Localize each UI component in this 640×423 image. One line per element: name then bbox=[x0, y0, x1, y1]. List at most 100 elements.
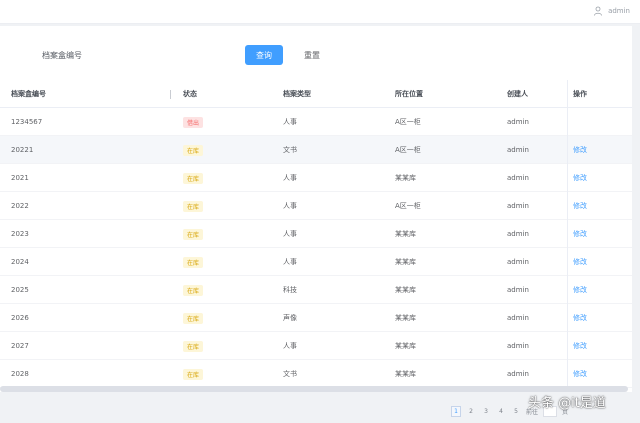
cell-code-text: 2024 bbox=[11, 258, 29, 266]
cell-status: 在库 bbox=[183, 192, 273, 220]
watermark: 头条 @it是道 bbox=[528, 396, 606, 411]
column-header-type: 档案类型 bbox=[283, 90, 311, 98]
cell-type: 人事 bbox=[283, 332, 383, 360]
cell-type-text: 人事 bbox=[283, 118, 297, 126]
cell-status: 在库 bbox=[183, 248, 273, 276]
cell-creator-text: admin bbox=[507, 286, 529, 294]
cell-type: 人事 bbox=[283, 248, 383, 276]
top-bar: admin bbox=[0, 0, 640, 24]
cell-status: 在库 bbox=[183, 220, 273, 248]
cell-type-text: 人事 bbox=[283, 258, 297, 266]
cell-location-text: 某某库 bbox=[395, 174, 416, 182]
cell-type: 人事 bbox=[283, 108, 383, 136]
cell-code: 2023 bbox=[11, 220, 161, 248]
cell-code-text: 1234567 bbox=[11, 118, 43, 126]
column-header-action: 操作 bbox=[573, 90, 587, 98]
cell-location-text: 某某库 bbox=[395, 286, 416, 294]
column-header-status: 状态 bbox=[183, 90, 197, 98]
cell-creator: admin bbox=[507, 304, 567, 332]
cell-action: 修改 bbox=[573, 136, 623, 164]
edit-link[interactable]: 修改 bbox=[573, 313, 587, 323]
cell-creator: admin bbox=[507, 332, 567, 360]
cell-creator-text: admin bbox=[507, 342, 529, 350]
edit-link[interactable]: 修改 bbox=[573, 369, 587, 379]
cell-creator: admin bbox=[507, 220, 567, 248]
fixed-column-divider bbox=[567, 80, 568, 388]
cell-type-text: 人事 bbox=[283, 230, 297, 238]
status-badge: 在库 bbox=[183, 340, 204, 352]
status-badge: 在库 bbox=[183, 368, 204, 380]
cell-location: A区一柜 bbox=[395, 108, 495, 136]
cell-code: 2024 bbox=[11, 248, 161, 276]
cell-type: 人事 bbox=[283, 164, 383, 192]
cell-status: 在库 bbox=[183, 360, 273, 388]
table-row[interactable]: 2026 在库 声像 某某库 admin 修改 bbox=[0, 304, 632, 332]
table-row[interactable]: 2023 在库 人事 某某库 admin 修改 bbox=[0, 220, 632, 248]
user-icon bbox=[594, 6, 602, 16]
cell-status: 在库 bbox=[183, 164, 273, 192]
cell-type: 人事 bbox=[283, 192, 383, 220]
search-label[interactable]: 档案盒编号 bbox=[42, 50, 82, 61]
page-number[interactable]: 5 bbox=[511, 406, 521, 417]
page-number[interactable]: 3 bbox=[481, 406, 491, 417]
page-number[interactable]: 1 bbox=[451, 405, 461, 417]
table-row[interactable]: 2025 在库 科技 某某库 admin 修改 bbox=[0, 276, 632, 304]
edit-link[interactable]: 修改 bbox=[573, 173, 587, 183]
page-number[interactable]: 4 bbox=[496, 406, 506, 417]
column-resize-handle[interactable] bbox=[170, 90, 171, 99]
cell-status: 在库 bbox=[183, 136, 273, 164]
cell-action: 修改 bbox=[573, 192, 623, 220]
table-row[interactable]: 2024 在库 人事 某某库 admin 修改 bbox=[0, 248, 632, 276]
reset-button[interactable]: 重置 bbox=[293, 45, 331, 65]
cell-creator: admin bbox=[507, 164, 567, 192]
cell-location-text: 某某库 bbox=[395, 370, 416, 378]
edit-link[interactable]: 修改 bbox=[573, 145, 587, 155]
status-badge: 在库 bbox=[183, 228, 204, 240]
cell-action: 修改 bbox=[573, 220, 623, 248]
cell-type-text: 人事 bbox=[283, 342, 297, 350]
cell-creator-text: admin bbox=[507, 146, 529, 154]
cell-action: 修改 bbox=[573, 276, 623, 304]
cell-creator: admin bbox=[507, 136, 567, 164]
main-panel: 档案盒编号 查询 重置 档案盒编号 状态 档案类型 所在位置 创建人 操作 12… bbox=[0, 26, 632, 392]
table-row[interactable]: 2027 在库 人事 某某库 admin 修改 bbox=[0, 332, 632, 360]
table-row[interactable]: 2021 在库 人事 某某库 admin 修改 bbox=[0, 164, 632, 192]
table-row[interactable]: 2028 在库 文书 某某库 admin 修改 bbox=[0, 360, 632, 388]
cell-type: 文书 bbox=[283, 360, 383, 388]
table-body: 1234567 借出 人事 A区一柜 admin 20221 在库 文书 A区一柜 admin 修改… bbox=[0, 108, 632, 388]
edit-link[interactable]: 修改 bbox=[573, 341, 587, 351]
cell-type-text: 声像 bbox=[283, 314, 297, 322]
cell-code: 2021 bbox=[11, 164, 161, 192]
table-row[interactable]: 1234567 借出 人事 A区一柜 admin bbox=[0, 108, 632, 136]
cell-status: 在库 bbox=[183, 276, 273, 304]
edit-link[interactable]: 修改 bbox=[573, 201, 587, 211]
cell-location-text: A区一柜 bbox=[395, 202, 421, 210]
edit-link[interactable]: 修改 bbox=[573, 285, 587, 295]
cell-type: 人事 bbox=[283, 220, 383, 248]
cell-location: A区一柜 bbox=[395, 136, 495, 164]
status-badge: 在库 bbox=[183, 256, 204, 268]
cell-location-text: 某某库 bbox=[395, 230, 416, 238]
cell-code: 2027 bbox=[11, 332, 161, 360]
user-menu[interactable]: admin bbox=[594, 6, 630, 16]
cell-location: 某某库 bbox=[395, 248, 495, 276]
edit-link[interactable]: 修改 bbox=[573, 257, 587, 267]
cell-creator: admin bbox=[507, 192, 567, 220]
page-number[interactable]: 2 bbox=[466, 406, 476, 417]
cell-action: 修改 bbox=[573, 332, 623, 360]
cell-creator-text: admin bbox=[507, 370, 529, 378]
cell-creator-text: admin bbox=[507, 230, 529, 238]
cell-status: 在库 bbox=[183, 304, 273, 332]
cell-action: 修改 bbox=[573, 304, 623, 332]
archive-box-table: 档案盒编号 状态 档案类型 所在位置 创建人 操作 1234567 借出 人事 A区一… bbox=[0, 80, 632, 388]
cell-code-text: 2025 bbox=[11, 286, 29, 294]
edit-link[interactable]: 修改 bbox=[573, 229, 587, 239]
cell-location-text: 某某库 bbox=[395, 314, 416, 322]
table-row[interactable]: 20221 在库 文书 A区一柜 admin 修改 bbox=[0, 136, 632, 164]
cell-location: 某某库 bbox=[395, 360, 495, 388]
cell-status: 在库 bbox=[183, 332, 273, 360]
cell-action: 修改 bbox=[573, 248, 623, 276]
query-button[interactable]: 查询 bbox=[245, 45, 283, 65]
table-row[interactable]: 2022 在库 人事 A区一柜 admin 修改 bbox=[0, 192, 632, 220]
cell-location-text: A区一柜 bbox=[395, 118, 421, 126]
